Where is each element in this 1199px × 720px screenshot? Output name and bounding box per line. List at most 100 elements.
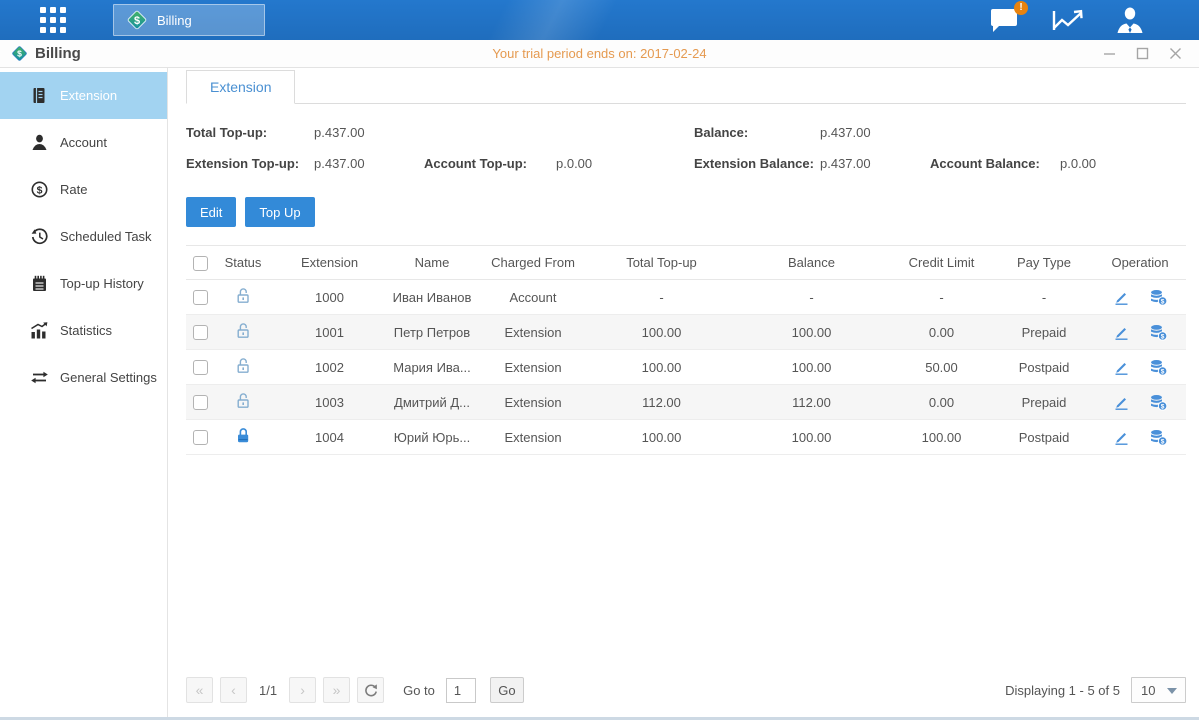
cell-name: Юрий Юрь...: [387, 420, 477, 455]
last-page-button[interactable]: »: [323, 677, 350, 703]
summary-stats: Total Top-up: p.437.00 Extension Top-up:…: [186, 117, 1186, 179]
svg-text:$: $: [1160, 438, 1164, 445]
sidebar-item-label: Statistics: [60, 323, 112, 338]
col-header-operation: Operation: [1094, 246, 1186, 280]
svg-text:$: $: [1160, 298, 1164, 305]
ledger-icon: [30, 87, 48, 104]
trial-period-message: Your trial period ends on: 2017-02-24: [0, 46, 1199, 61]
edit-pencil-icon[interactable]: [1113, 324, 1130, 341]
cell-credit-limit: -: [889, 280, 994, 315]
messages-icon[interactable]: !: [989, 7, 1019, 34]
sidebar-item-topup-history[interactable]: Top-up History: [0, 260, 167, 307]
cell-balance: 112.00: [734, 385, 889, 420]
edit-button[interactable]: Edit: [186, 197, 236, 227]
cell-extension: 1003: [272, 385, 387, 420]
balance-label: Balance:: [694, 125, 820, 140]
svg-text:$: $: [17, 49, 22, 59]
dollar-circle-icon: $: [30, 181, 48, 198]
table-row: 1003 Дмитрий Д... Extension 112.00 112.0…: [186, 385, 1186, 420]
cell-balance: 100.00: [734, 420, 889, 455]
window-title: Billing: [35, 45, 81, 62]
col-header-credit-limit: Credit Limit: [889, 246, 994, 280]
person-icon: [30, 134, 48, 151]
topup-coins-icon[interactable]: $: [1149, 324, 1168, 341]
topup-coins-icon[interactable]: $: [1149, 289, 1168, 306]
sidebar-item-scheduled-task[interactable]: Scheduled Task: [0, 213, 167, 260]
cell-charged-from: Extension: [477, 420, 589, 455]
topup-coins-icon[interactable]: $: [1149, 394, 1168, 411]
cell-name: Дмитрий Д...: [387, 385, 477, 420]
svg-text:$: $: [1160, 368, 1164, 375]
cell-total-topup: 100.00: [589, 315, 734, 350]
notepad-icon: [30, 275, 48, 292]
table-row: 1004 Юрий Юрь... Extension 100.00 100.00…: [186, 420, 1186, 455]
goto-page-input[interactable]: [446, 678, 476, 703]
extension-balance-label: Extension Balance:: [694, 156, 820, 171]
page-size-select[interactable]: 10: [1131, 677, 1186, 703]
cell-credit-limit: 100.00: [889, 420, 994, 455]
sidebar-item-label: General Settings: [60, 370, 157, 385]
row-checkbox[interactable]: [193, 290, 208, 305]
col-header-balance: Balance: [734, 246, 889, 280]
close-icon[interactable]: [1169, 47, 1182, 60]
row-checkbox[interactable]: [193, 395, 208, 410]
cell-balance: 100.00: [734, 350, 889, 385]
col-header-total-topup: Total Top-up: [589, 246, 734, 280]
extension-balance-value: p.437.00: [820, 156, 930, 171]
edit-pencil-icon[interactable]: [1113, 429, 1130, 446]
cell-balance: -: [734, 280, 889, 315]
col-header-charged-from: Charged From: [477, 246, 589, 280]
table-row: 1002 Мария Ива... Extension 100.00 100.0…: [186, 350, 1186, 385]
svg-text:$: $: [1160, 333, 1164, 340]
cell-pay-type: -: [994, 280, 1094, 315]
cell-pay-type: Prepaid: [994, 315, 1094, 350]
topup-coins-icon[interactable]: $: [1149, 429, 1168, 446]
edit-pencil-icon[interactable]: [1113, 394, 1130, 411]
next-page-button[interactable]: ›: [289, 677, 316, 703]
edit-pencil-icon[interactable]: [1113, 359, 1130, 376]
top-up-button[interactable]: Top Up: [245, 197, 314, 227]
sidebar-item-statistics[interactable]: Statistics: [0, 307, 167, 354]
first-page-button[interactable]: «: [186, 677, 213, 703]
minimize-icon[interactable]: [1103, 47, 1116, 60]
sidebar-item-label: Top-up History: [60, 276, 144, 291]
cell-name: Иван Иванов: [387, 280, 477, 315]
row-checkbox[interactable]: [193, 325, 208, 340]
go-button[interactable]: Go: [490, 677, 524, 703]
refresh-icon[interactable]: [357, 677, 384, 703]
sidebar-item-general-settings[interactable]: General Settings: [0, 354, 167, 401]
prev-page-button[interactable]: ‹: [220, 677, 247, 703]
taskbar-tab-billing[interactable]: $ Billing: [113, 4, 265, 36]
apps-grid-icon[interactable]: [37, 4, 69, 36]
cell-charged-from: Extension: [477, 350, 589, 385]
cell-total-topup: -: [589, 280, 734, 315]
cell-extension: 1002: [272, 350, 387, 385]
topup-coins-icon[interactable]: $: [1149, 359, 1168, 376]
maximize-icon[interactable]: [1136, 47, 1149, 60]
svg-text:$: $: [1160, 403, 1164, 410]
user-icon[interactable]: [1116, 6, 1144, 34]
cell-extension: 1000: [272, 280, 387, 315]
sidebar-item-account[interactable]: Account: [0, 119, 167, 166]
sidebar-item-rate[interactable]: $ Rate: [0, 166, 167, 213]
sidebar-item-extension[interactable]: Extension: [0, 72, 167, 119]
pagination-bar: « ‹ 1/1 › » Go to Go Displaying 1 - 5 of…: [186, 666, 1186, 714]
edit-pencil-icon[interactable]: [1113, 289, 1130, 306]
cell-balance: 100.00: [734, 315, 889, 350]
goto-label: Go to: [403, 683, 435, 698]
cell-charged-from: Extension: [477, 315, 589, 350]
svg-text:$: $: [36, 185, 42, 197]
col-header-extension: Extension: [272, 246, 387, 280]
row-checkbox[interactable]: [193, 430, 208, 445]
row-checkbox[interactable]: [193, 360, 208, 375]
cell-total-topup: 112.00: [589, 385, 734, 420]
unlocked-lock-icon: [235, 357, 251, 374]
clock-history-icon: [30, 228, 48, 245]
window-titlebar: $ Billing Your trial period ends on: 201…: [0, 40, 1199, 68]
select-all-checkbox[interactable]: [193, 256, 208, 271]
bar-chart-icon: [30, 322, 48, 339]
cell-name: Петр Петров: [387, 315, 477, 350]
top-system-bar: $ Billing !: [0, 0, 1199, 40]
tab-extension[interactable]: Extension: [186, 70, 295, 104]
statistics-chart-icon[interactable]: [1052, 7, 1083, 34]
